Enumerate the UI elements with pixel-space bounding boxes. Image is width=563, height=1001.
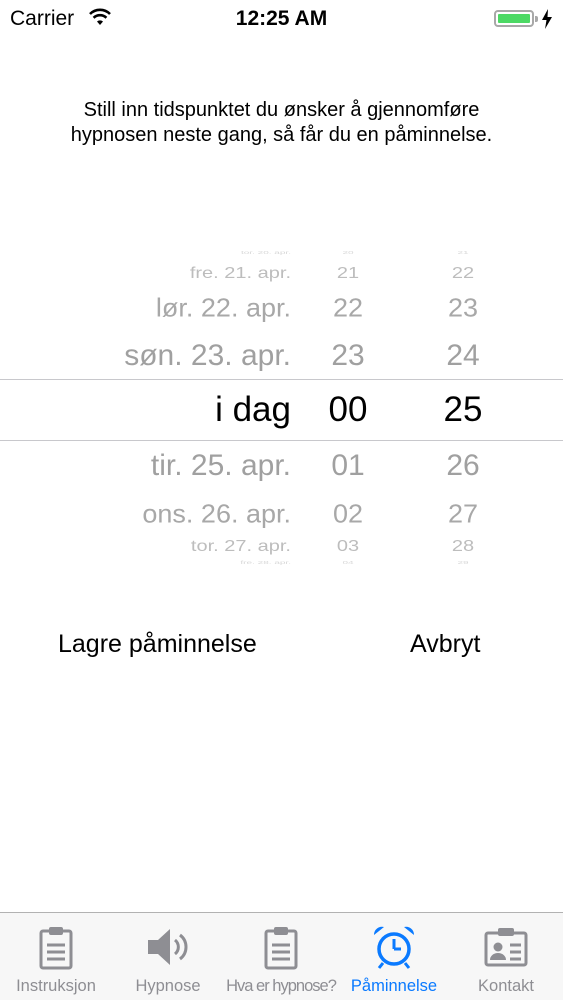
cancel-button[interactable]: Avbryt (410, 630, 480, 659)
instruction-line-1: Still inn tidspunktet du ønsker å gjenno… (83, 99, 480, 121)
tab-paminnelse[interactable]: Påminnelse (338, 913, 450, 1001)
save-reminder-button[interactable]: Lagre påminnelse (58, 630, 257, 659)
date-time-picker[interactable]: tor. 20. apr. 20 21 fre. 21. apr. 21 22 lør. 2… (0, 230, 563, 570)
tab-hypnose[interactable]: Hypnose (112, 913, 224, 1001)
status-bar: Carrier 12:25 AM (0, 0, 563, 40)
picker-date-value: lør. 22. apr. (155, 293, 291, 323)
picker-hour-value: 02 (332, 499, 364, 529)
picker-row[interactable]: ons. 26. apr. 02 27 (0, 499, 563, 530)
battery-icon (494, 10, 538, 27)
picker-date-value: ons. 26. apr. (142, 499, 291, 529)
picker-hour-value: 01 (331, 449, 365, 482)
charging-bolt-icon (542, 9, 552, 29)
instruction-line-2: hypnosen neste gang, så får du en påminn… (70, 124, 493, 146)
status-time: 12:25 AM (235, 7, 328, 30)
picker-date-value: i dag (215, 390, 291, 429)
picker-selection-top-line (0, 379, 563, 380)
clipboard-icon (39, 927, 73, 970)
picker-date-value: tor. 27. apr. (190, 537, 291, 555)
picker-row[interactable]: lør. 22. apr. 22 23 (0, 293, 563, 324)
picker-row[interactable]: tor. 27. apr. 03 28 (0, 536, 563, 555)
tab-kontakt[interactable]: Kontakt (450, 913, 562, 1001)
tab-instruksjon[interactable]: Instruksjon (0, 913, 112, 1001)
picker-date-value: fre. 21. apr. (189, 264, 291, 282)
contact-card-icon (484, 928, 528, 967)
clipboard-icon (264, 927, 298, 970)
picker-minute-value: 29 (457, 560, 469, 566)
picker-row-selected[interactable]: i dag 00 25 (0, 389, 563, 431)
picker-row[interactable]: fre. 21. apr. 21 22 (0, 263, 563, 282)
tab-bar: Instruksjon Hypnose Hva er hypnose? Påmi… (0, 912, 563, 1000)
picker-minute-value: 24 (446, 339, 480, 372)
picker-minute-value: 25 (443, 390, 483, 429)
picker-hour-value: 22 (332, 293, 364, 323)
picker-date-value: søn. 23. apr. (124, 339, 291, 372)
instruction-text: Still inn tidspunktet du ønsker å gjenno… (40, 98, 523, 148)
tab-hva-er-hypnose[interactable]: Hva er hypnose? (225, 913, 337, 1001)
picker-hour-value: 23 (331, 339, 365, 372)
picker-hour-value: 21 (336, 264, 360, 282)
picker-row[interactable]: tor. 20. apr. 20 21 (0, 250, 563, 255)
picker-date-value: tir. 25. apr. (150, 449, 291, 482)
picker-row[interactable]: søn. 23. apr. 23 24 (0, 338, 563, 374)
alarm-clock-icon (373, 926, 415, 969)
picker-minute-value: 22 (451, 264, 475, 282)
tab-label: Kontakt (478, 977, 534, 995)
picker-row[interactable]: tir. 25. apr. 01 26 (0, 448, 563, 484)
picker-row[interactable]: fre. 28. apr. 04 29 (0, 560, 563, 565)
picker-hour-value: 20 (342, 250, 354, 256)
picker-minute-value: 23 (447, 293, 479, 323)
picker-date-value: fre. 28. apr. (240, 560, 291, 566)
picker-minute-value: 28 (451, 537, 475, 555)
picker-hour-value: 00 (328, 390, 368, 429)
picker-hour-value: 03 (336, 537, 360, 555)
picker-date-value: tor. 20. apr. (240, 250, 291, 256)
picker-selection-bottom-line (0, 440, 563, 441)
picker-minute-value: 27 (447, 499, 479, 529)
picker-minute-value: 26 (446, 449, 480, 482)
speaker-icon (148, 929, 188, 965)
picker-hour-value: 04 (342, 560, 354, 566)
picker-minute-value: 21 (457, 250, 469, 256)
